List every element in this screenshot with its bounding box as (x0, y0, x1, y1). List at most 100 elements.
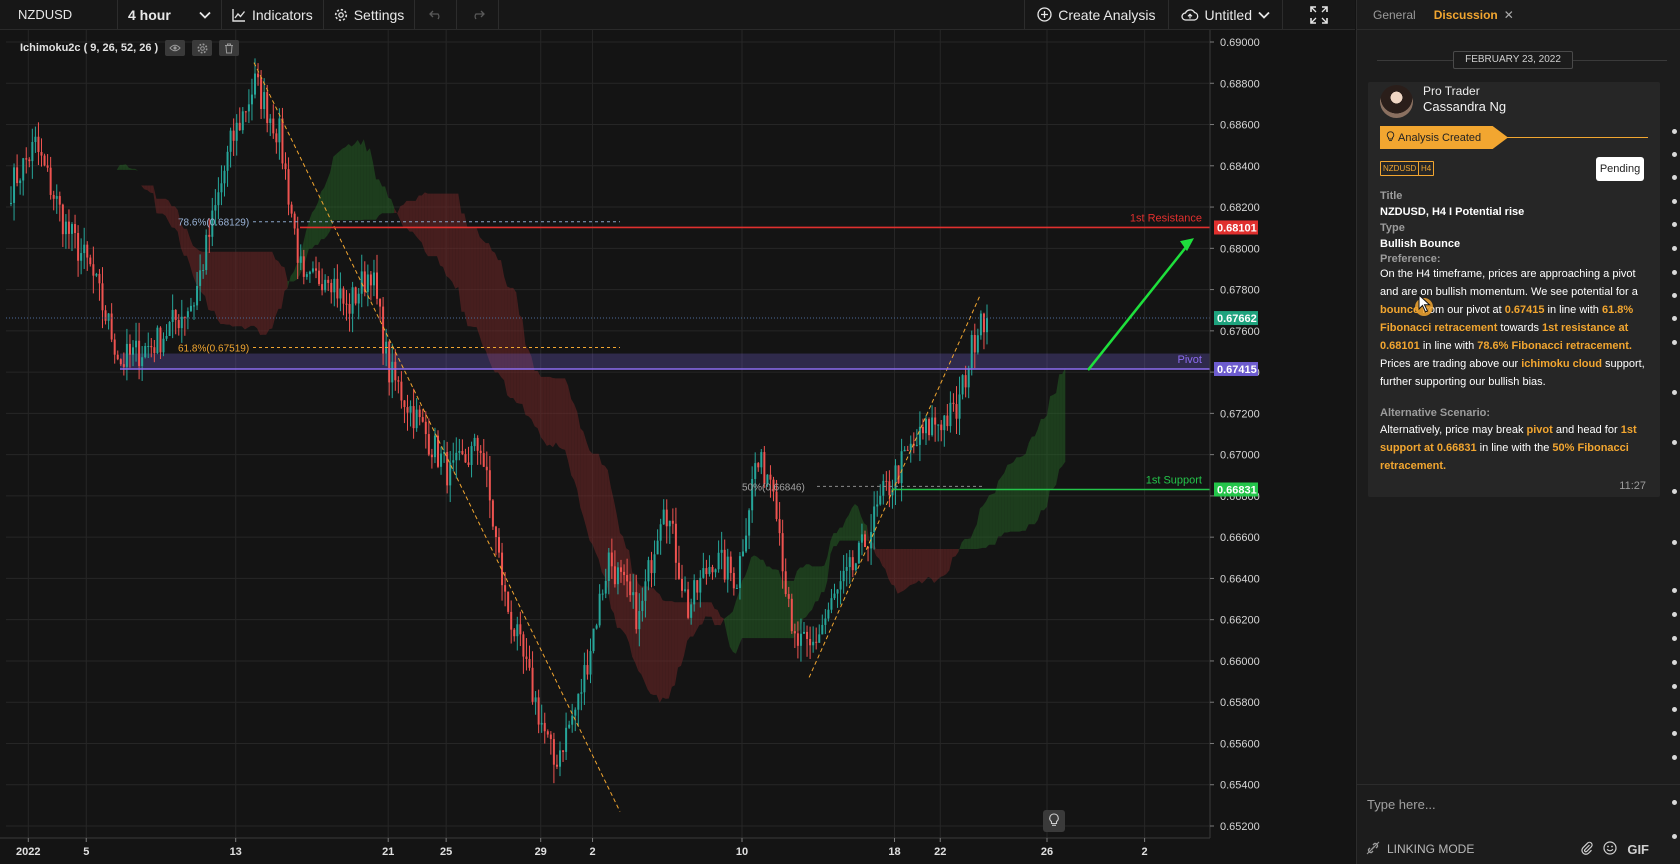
timeframe-dropdown[interactable]: 4 hour (118, 0, 222, 29)
trash-icon[interactable] (219, 40, 240, 56)
cloud-segment (937, 548, 941, 580)
candle-body (305, 274, 308, 277)
indicators-button[interactable]: Indicators (222, 0, 324, 29)
indicator-legend: Ichimoku2c ( 9, 26, 52, 26 ) (20, 40, 240, 56)
candle-body (906, 449, 909, 451)
cloud-segment (1053, 392, 1057, 489)
rail-dot (1672, 731, 1677, 736)
price-tick-label: 0.65400 (1220, 780, 1260, 792)
candle-body (592, 628, 595, 652)
cloud-segment (504, 276, 508, 396)
candle-body (604, 580, 607, 594)
cloud-segment (742, 576, 746, 639)
pref-text-3: in line with (1544, 304, 1602, 316)
time-tick-label: 26 (1041, 846, 1053, 858)
cloud-segment (796, 567, 800, 631)
candle-body (763, 452, 766, 485)
linking-mode-toggle[interactable]: LINKING MODE (1365, 840, 1474, 859)
candle-body (324, 279, 327, 291)
cloud-segment (787, 580, 791, 639)
message-input[interactable] (1367, 793, 1667, 815)
cloud-segment (693, 602, 697, 637)
candle-body (299, 256, 302, 263)
candle-body (958, 394, 961, 419)
candle-body (931, 417, 934, 436)
cloud-segment (912, 548, 916, 585)
candle-body (165, 335, 168, 339)
lightbulb-button[interactable] (1043, 810, 1065, 832)
indicators-icon (232, 8, 246, 22)
candle-body (787, 594, 790, 599)
candle-body (202, 270, 205, 272)
candle-body (318, 270, 321, 285)
cloud-segment (263, 251, 267, 335)
cloud-segment (607, 470, 611, 609)
message-time: 11:27 (1619, 480, 1646, 492)
candle-body (674, 523, 677, 563)
price-chart[interactable]: 78.6%(0.68129) 61.8%(0.67519) 50%(0.66846)… (0, 30, 1355, 864)
tab-general[interactable]: General (1373, 8, 1416, 22)
cloud-segment (1059, 374, 1063, 470)
candle-body (189, 305, 192, 312)
cloud-segment (366, 148, 370, 220)
candle-body (555, 764, 558, 767)
cloud-segment (793, 571, 797, 639)
cloud-segment (998, 476, 1002, 537)
price-tag-label: 0.66831 (1217, 484, 1257, 496)
cloud-segment (565, 378, 569, 462)
candle-body (552, 739, 555, 765)
rail-dot (1672, 834, 1677, 839)
cloud-segment (549, 376, 553, 448)
candle-body (199, 270, 202, 286)
create-analysis-button[interactable]: Create Analysis (1025, 0, 1169, 29)
symbol-selector[interactable]: NZDUSD (0, 0, 118, 29)
cloud-segment (1010, 462, 1014, 532)
candle-body (418, 409, 421, 418)
candle-body (513, 629, 516, 637)
chart-background (0, 30, 1355, 864)
price-chart-area[interactable]: 78.6%(0.68129) 61.8%(0.67519) 50%(0.66846)… (0, 30, 1355, 864)
cloud-segment (440, 193, 444, 267)
settings-button[interactable]: Settings (324, 0, 416, 29)
undo-button[interactable] (415, 0, 458, 29)
cloud-segment (1037, 418, 1041, 520)
candle-body (168, 321, 171, 336)
cloud-segment (467, 227, 471, 327)
cloud-segment (568, 385, 572, 476)
cloud-segment (815, 566, 819, 602)
gif-button[interactable]: GIF (1627, 842, 1649, 857)
gear-icon[interactable] (192, 40, 213, 56)
candle-body (641, 600, 644, 612)
close-icon[interactable]: ✕ (1504, 8, 1514, 22)
layout-dropdown[interactable]: Untitled (1169, 0, 1283, 29)
timeframe-tag: H4 (1418, 161, 1435, 176)
candle-body (781, 533, 784, 572)
candle-body (125, 343, 128, 367)
price-tick-label: 0.67000 (1220, 450, 1260, 462)
candle-body (415, 409, 418, 429)
candle-body (397, 380, 400, 382)
eye-icon[interactable] (165, 40, 186, 56)
cloud-segment (232, 251, 236, 327)
redo-button[interactable] (457, 0, 500, 29)
candle-body (409, 406, 412, 413)
candle-body (659, 524, 662, 541)
candle-body (738, 556, 741, 588)
candle-body (336, 278, 339, 299)
cloud-segment (992, 493, 996, 545)
tab-discussion[interactable]: Discussion ✕ (1434, 8, 1514, 22)
emoji-icon[interactable] (1603, 840, 1617, 858)
candle-body (559, 750, 561, 767)
candle-body (217, 192, 220, 206)
status-badge[interactable]: Pending (1596, 157, 1644, 181)
paperclip-icon[interactable] (1581, 841, 1593, 858)
cloud-segment (854, 503, 858, 541)
candle-body (754, 463, 757, 480)
cloud-segment (479, 236, 483, 347)
candle-body (229, 130, 232, 152)
candle-body (13, 167, 16, 203)
candle-body (778, 519, 781, 534)
fullscreen-button[interactable] (1283, 0, 1355, 29)
candle-body (952, 402, 955, 405)
candle-body (421, 417, 424, 422)
